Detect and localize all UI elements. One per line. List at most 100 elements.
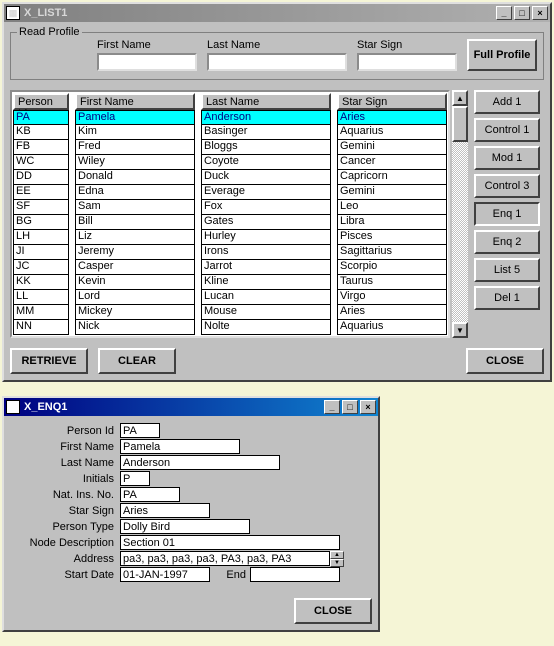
grid-cell[interactable]: Aries — [337, 110, 447, 125]
grid-cell[interactable]: Mouse — [201, 305, 331, 320]
grid-cell[interactable]: Donald — [75, 170, 195, 185]
side-button-enq-1[interactable]: Enq 1 — [474, 202, 540, 226]
spin-down-icon[interactable]: ▼ — [330, 559, 344, 567]
grid-cell[interactable]: NN — [13, 320, 69, 335]
grid-cell[interactable]: KK — [13, 275, 69, 290]
read-profile-group: Read Profile First Name Last Name Star S… — [10, 32, 544, 80]
close-enq-button[interactable]: CLOSE — [294, 598, 372, 624]
scroll-up-button[interactable]: ▲ — [452, 90, 468, 106]
grid-cell[interactable]: Bloggs — [201, 140, 331, 155]
address-spinner[interactable]: ▲▼ — [330, 551, 344, 566]
grid-cell[interactable]: EE — [13, 185, 69, 200]
grid-cell[interactable]: JI — [13, 245, 69, 260]
grid-cell[interactable]: MM — [13, 305, 69, 320]
side-button-mod-1[interactable]: Mod 1 — [474, 146, 540, 170]
grid-cell[interactable]: LH — [13, 230, 69, 245]
scroll-down-button[interactable]: ▼ — [452, 322, 468, 338]
grid-cell[interactable]: Bill — [75, 215, 195, 230]
grid-cell[interactable]: Duck — [201, 170, 331, 185]
column-header[interactable]: Person Id — [13, 93, 69, 110]
grid-cell[interactable]: Kline — [201, 275, 331, 290]
retrieve-button[interactable]: RETRIEVE — [10, 348, 88, 374]
close-button[interactable]: × — [532, 6, 548, 20]
grid-cell[interactable]: Fox — [201, 200, 331, 215]
grid-cell[interactable]: Lord — [75, 290, 195, 305]
grid-cell[interactable]: Gemini — [337, 185, 447, 200]
clear-button[interactable]: CLEAR — [98, 348, 176, 374]
column-header[interactable]: Star Sign — [337, 93, 447, 110]
grid-cell[interactable]: Gemini — [337, 140, 447, 155]
grid-cell[interactable]: Liz — [75, 230, 195, 245]
grid-cell[interactable]: Edna — [75, 185, 195, 200]
scroll-thumb[interactable] — [452, 106, 468, 142]
minimize-button[interactable]: _ — [324, 400, 340, 414]
side-button-control-1[interactable]: Control 1 — [474, 118, 540, 142]
grid-cell[interactable]: Aries — [337, 305, 447, 320]
grid-cell[interactable]: Hurley — [201, 230, 331, 245]
grid-cell[interactable]: PA — [13, 110, 69, 125]
scroll-track[interactable] — [452, 142, 468, 322]
grid-cell[interactable]: Gates — [201, 215, 331, 230]
grid-cell[interactable]: Kevin — [75, 275, 195, 290]
spin-up-icon[interactable]: ▲ — [330, 551, 344, 559]
grid-cell[interactable]: Wiley — [75, 155, 195, 170]
grid-cell[interactable]: KB — [13, 125, 69, 140]
grid-cell[interactable]: Everage — [201, 185, 331, 200]
last-name-input[interactable] — [207, 53, 347, 71]
first-name-label: First Name — [97, 39, 197, 51]
maximize-button[interactable]: □ — [514, 6, 530, 20]
column-header[interactable]: First Name — [75, 93, 195, 110]
full-profile-button[interactable]: Full Profile — [467, 39, 537, 71]
grid-cell[interactable]: Coyote — [201, 155, 331, 170]
star-sign-input[interactable] — [357, 53, 457, 71]
titlebar[interactable]: ▦ X_LIST1 _ □ × — [4, 4, 550, 22]
side-button-control-3[interactable]: Control 3 — [474, 174, 540, 198]
column-header[interactable]: Last Name — [201, 93, 331, 110]
grid-cell[interactable]: Sam — [75, 200, 195, 215]
grid-cell[interactable]: Sagittarius — [337, 245, 447, 260]
grid-cell[interactable]: Irons — [201, 245, 331, 260]
grid-cell[interactable]: Taurus — [337, 275, 447, 290]
grid-cell[interactable]: SF — [13, 200, 69, 215]
grid-scrollbar[interactable]: ▲ ▼ — [452, 90, 468, 338]
grid-cell[interactable]: Jeremy — [75, 245, 195, 260]
first-name-input[interactable] — [97, 53, 197, 71]
grid-cell[interactable]: Nick — [75, 320, 195, 335]
grid-column: First NamePamelaKimFredWileyDonaldEdnaSa… — [75, 93, 195, 335]
grid-cell[interactable]: Capricorn — [337, 170, 447, 185]
grid-cell[interactable]: DD — [13, 170, 69, 185]
close-button[interactable]: × — [360, 400, 376, 414]
grid-cell[interactable]: Scorpio — [337, 260, 447, 275]
maximize-button[interactable]: □ — [342, 400, 358, 414]
minimize-button[interactable]: _ — [496, 6, 512, 20]
grid-cell[interactable]: Pisces — [337, 230, 447, 245]
grid-cell[interactable]: BG — [13, 215, 69, 230]
grid-cell[interactable]: Leo — [337, 200, 447, 215]
grid-cell[interactable]: FB — [13, 140, 69, 155]
side-button-del-1[interactable]: Del 1 — [474, 286, 540, 310]
grid-cell[interactable]: Lucan — [201, 290, 331, 305]
grid-cell[interactable]: WC — [13, 155, 69, 170]
titlebar[interactable]: ▦ X_ENQ1 _ □ × — [4, 398, 378, 416]
grid-cell[interactable]: Basinger — [201, 125, 331, 140]
window-x-enq1: ▦ X_ENQ1 _ □ × Person IdPA First NamePam… — [2, 396, 380, 632]
side-button-enq-2[interactable]: Enq 2 — [474, 230, 540, 254]
grid-cell[interactable]: Mickey — [75, 305, 195, 320]
grid-cell[interactable]: Aquarius — [337, 125, 447, 140]
grid-cell[interactable]: Cancer — [337, 155, 447, 170]
close-list-button[interactable]: CLOSE — [466, 348, 544, 374]
grid-cell[interactable]: LL — [13, 290, 69, 305]
grid-cell[interactable]: Fred — [75, 140, 195, 155]
grid-cell[interactable]: Anderson — [201, 110, 331, 125]
grid-cell[interactable]: Kim — [75, 125, 195, 140]
grid-cell[interactable]: Casper — [75, 260, 195, 275]
grid-cell[interactable]: Pamela — [75, 110, 195, 125]
grid-cell[interactable]: JC — [13, 260, 69, 275]
grid-cell[interactable]: Virgo — [337, 290, 447, 305]
side-button-add-1[interactable]: Add 1 — [474, 90, 540, 114]
grid-cell[interactable]: Nolte — [201, 320, 331, 335]
grid-cell[interactable]: Aquarius — [337, 320, 447, 335]
side-button-list-5[interactable]: List 5 — [474, 258, 540, 282]
grid-cell[interactable]: Jarrot — [201, 260, 331, 275]
grid-cell[interactable]: Libra — [337, 215, 447, 230]
